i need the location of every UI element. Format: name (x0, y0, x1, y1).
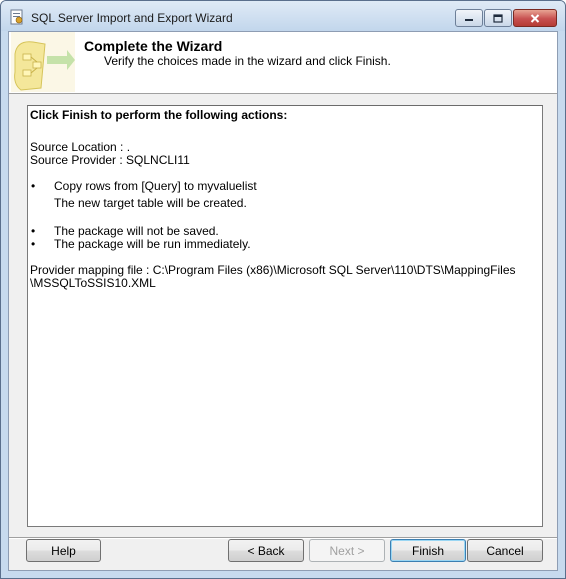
summary-heading: Click Finish to perform the following ac… (30, 108, 288, 122)
cancel-button[interactable]: Cancel (467, 539, 543, 562)
page-subtitle: Verify the choices made in the wizard an… (104, 54, 391, 68)
maximize-button[interactable] (484, 9, 512, 27)
summary-text-box[interactable]: Click Finish to perform the following ac… (27, 105, 543, 527)
action-item: • The package will be run immediately. (30, 238, 540, 251)
action-run-immediately: The package will be run immediately. (54, 237, 251, 251)
window-title: SQL Server Import and Export Wizard (31, 11, 233, 25)
close-button[interactable] (513, 9, 557, 27)
wizard-icon (11, 32, 75, 92)
action-package-not-saved: The package will not be saved. (54, 224, 219, 238)
minimize-button[interactable] (455, 9, 483, 27)
action-detail-new-table: The new target table will be created. (54, 196, 247, 210)
back-button[interactable]: < Back (228, 539, 304, 562)
minimize-icon (465, 19, 473, 21)
finish-button[interactable]: Finish (390, 539, 466, 562)
next-button[interactable]: Next > (309, 539, 385, 562)
wizard-header: Complete the Wizard Verify the choices m… (9, 32, 557, 94)
source-provider: Source Provider : SQLNCLI11 (30, 153, 190, 167)
app-icon (10, 9, 23, 25)
maximize-icon (493, 13, 503, 23)
action-item: • Copy rows from [Query] to myvaluelist (30, 180, 540, 193)
mapping-file-line-2: \MSSQLToSSIS10.XML (30, 276, 156, 290)
bullet-icon: • (31, 237, 36, 251)
close-icon (530, 13, 540, 23)
page-title: Complete the Wizard (84, 38, 223, 54)
wizard-window: SQL Server Import and Export Wizard Comp… (0, 0, 566, 579)
action-copy-rows: Copy rows from [Query] to myvaluelist (54, 179, 257, 193)
window-controls (455, 9, 557, 27)
bullet-icon: • (31, 179, 36, 193)
title-bar[interactable]: SQL Server Import and Export Wizard (1, 1, 565, 31)
help-button[interactable]: Help (26, 539, 101, 562)
dialog-client-area: Complete the Wizard Verify the choices m… (8, 31, 558, 571)
